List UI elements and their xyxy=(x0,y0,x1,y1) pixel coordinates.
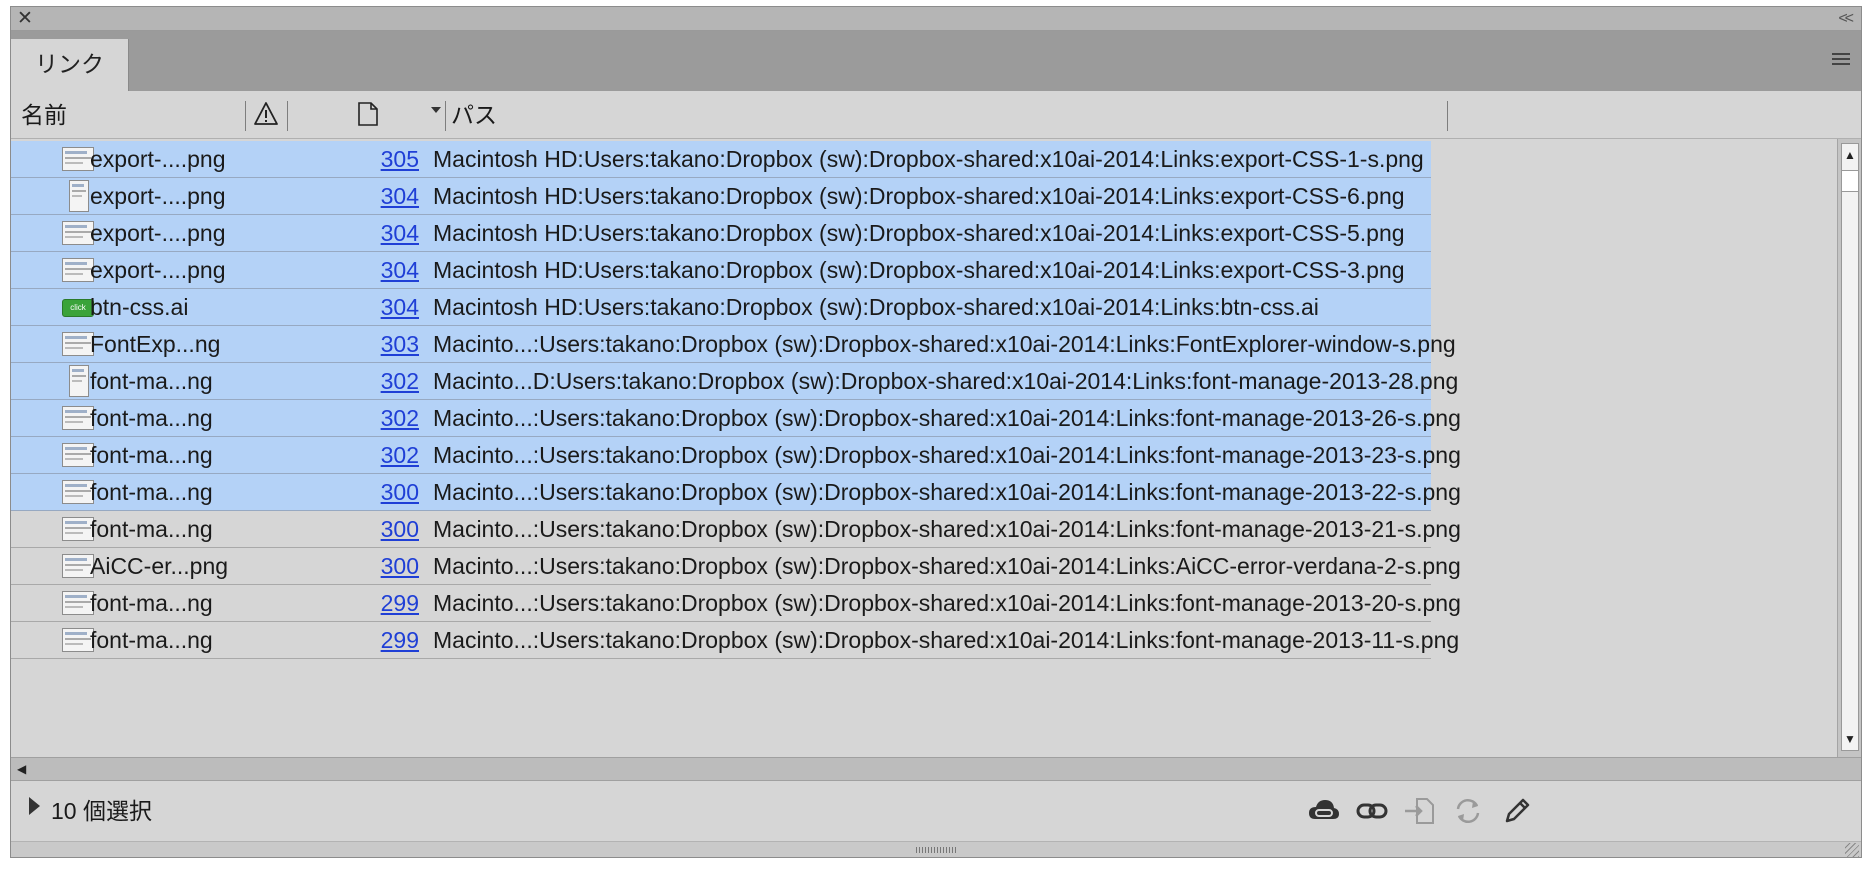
link-name: btn-css.ai xyxy=(90,294,189,320)
table-row[interactable]: font-ma...ng 302 Macinto...D:Users:takano:… xyxy=(11,363,1458,400)
warning-icon xyxy=(254,102,278,125)
resize-corner-icon[interactable] xyxy=(1845,843,1859,857)
page-number-link[interactable]: 299 xyxy=(343,585,419,622)
link-path: Macinto...:Users:takano:Dropbox (sw):Dro… xyxy=(433,553,1461,579)
table-row[interactable]: FontExp...ng 303 Macinto...:Users:takano:D… xyxy=(11,326,1456,363)
page-icon xyxy=(358,102,378,126)
column-page[interactable] xyxy=(287,91,443,139)
selection-status: 10 個選択 xyxy=(51,798,152,824)
link-path: Macinto...:Users:takano:Dropbox (sw):Dro… xyxy=(433,479,1461,505)
links-panel: ✕ << リンク 名前 パス export-....png 305 Macint… xyxy=(10,6,1862,858)
scroll-down-icon[interactable]: ▼ xyxy=(1842,728,1858,750)
link-path: Macinto...D:Users:takano:Dropbox (sw):Dr… xyxy=(433,368,1459,394)
table-row[interactable]: font-ma...ng 299 Macinto...:Users:takano:D… xyxy=(11,585,1461,622)
page-number-link[interactable]: 302 xyxy=(343,400,419,437)
scroll-left-icon[interactable]: ◀ xyxy=(17,758,26,780)
link-name: export-....png xyxy=(90,183,226,209)
page-number-link[interactable]: 305 xyxy=(343,141,419,178)
table-row[interactable]: font-ma...ng 299 Macinto...:Users:takano:D… xyxy=(11,622,1459,659)
tab-links[interactable]: リンク xyxy=(11,39,129,91)
table-row[interactable]: font-ma...ng 302 Macinto...:Users:takano:D… xyxy=(11,400,1461,437)
link-name: font-ma...ng xyxy=(90,368,213,394)
links-list[interactable]: export-....png 305 Macintosh HD:Users:taka… xyxy=(11,139,1837,757)
table-row[interactable]: export-....png 304 Macintosh HD:Users:taka… xyxy=(11,215,1431,252)
page-number-link[interactable]: 304 xyxy=(343,178,419,215)
vertical-scrollbar[interactable]: ▲ ▼ xyxy=(1837,139,1861,757)
sort-down-icon xyxy=(431,107,441,113)
horizontal-scrollbar[interactable]: ◀ xyxy=(11,757,1861,781)
panel-menu-icon[interactable] xyxy=(1831,51,1851,67)
thumbnail-icon xyxy=(69,365,89,397)
page-number-link[interactable]: 300 xyxy=(343,548,419,585)
link-path: Macintosh HD:Users:takano:Dropbox (sw):D… xyxy=(433,183,1405,209)
table-row[interactable]: font-ma...ng 302 Macinto...:Users:takano:D… xyxy=(11,437,1461,474)
link-name: export-....png xyxy=(90,257,226,283)
link-name: export-....png xyxy=(90,146,226,172)
page-number-link[interactable]: 304 xyxy=(343,215,419,252)
table-row[interactable]: font-ma...ng 300 Macinto...:Users:takano:D… xyxy=(11,474,1461,511)
link-path: Macinto...:Users:takano:Dropbox (sw):Dro… xyxy=(433,331,1456,357)
column-path[interactable]: パス xyxy=(451,91,497,139)
page-number-link[interactable]: 300 xyxy=(343,474,419,511)
thumbnail-label: click xyxy=(70,303,86,312)
link-name: font-ma...ng xyxy=(90,405,213,431)
panel-footer: 10 個選択 xyxy=(11,781,1861,841)
page-number-link[interactable]: 300 xyxy=(343,511,419,548)
tab-bar: リンク xyxy=(11,31,1861,91)
table-row[interactable]: AiCC-er...png 300 Macinto...:Users:takano:… xyxy=(11,548,1461,585)
column-header: 名前 パス xyxy=(11,91,1861,139)
link-name: font-ma...ng xyxy=(90,627,213,653)
panel-titlebar: ✕ << xyxy=(11,7,1861,31)
link-name: AiCC-er...png xyxy=(90,553,229,579)
link-name: font-ma...ng xyxy=(90,590,213,616)
table-row[interactable]: export-....png 304 Macintosh HD:Users:taka… xyxy=(11,178,1431,215)
link-path: Macinto...:Users:takano:Dropbox (sw):Dro… xyxy=(433,405,1461,431)
scroll-track[interactable]: ▲ ▼ xyxy=(1841,143,1859,751)
relink-icon[interactable] xyxy=(1355,795,1389,827)
link-path: Macinto...:Users:takano:Dropbox (sw):Dro… xyxy=(433,590,1461,616)
link-name: font-ma...ng xyxy=(90,516,213,542)
close-icon[interactable]: ✕ xyxy=(17,8,33,30)
panel-resize-bar[interactable] xyxy=(11,841,1861,857)
link-path: Macintosh HD:Users:takano:Dropbox (sw):D… xyxy=(433,294,1319,320)
link-name: font-ma...ng xyxy=(90,442,213,468)
link-name: font-ma...ng xyxy=(90,479,213,505)
table-row[interactable]: export-....png 304 Macintosh HD:Users:taka… xyxy=(11,252,1431,289)
resize-grip-icon[interactable] xyxy=(916,847,956,853)
link-name: export-....png xyxy=(90,220,226,246)
page-number-link[interactable]: 304 xyxy=(343,252,419,289)
update-link-icon[interactable] xyxy=(1451,795,1485,827)
link-path: Macinto...:Users:takano:Dropbox (sw):Dro… xyxy=(433,627,1460,653)
link-path: Macinto...:Users:takano:Dropbox (sw):Dro… xyxy=(433,516,1461,542)
page-number-link[interactable]: 302 xyxy=(343,363,419,400)
cloud-link-icon[interactable] xyxy=(1307,795,1341,827)
show-link-info-icon[interactable] xyxy=(29,797,40,815)
link-path: Macintosh HD:Users:takano:Dropbox (sw):D… xyxy=(433,257,1405,283)
go-to-link-icon[interactable] xyxy=(1403,795,1437,827)
scroll-thumb[interactable] xyxy=(1842,170,1858,192)
link-path: Macintosh HD:Users:takano:Dropbox (sw):D… xyxy=(433,220,1405,246)
scroll-up-icon[interactable]: ▲ xyxy=(1842,144,1858,166)
table-row[interactable]: click btn-css.ai 304 Macintosh HD:Users:tak… xyxy=(11,289,1431,326)
page-number-link[interactable]: 299 xyxy=(343,622,419,659)
table-row[interactable]: export-....png 305 Macintosh HD:Users:taka… xyxy=(11,141,1431,178)
page-number-link[interactable]: 303 xyxy=(343,326,419,363)
column-status[interactable] xyxy=(245,91,287,139)
thumbnail-icon xyxy=(69,180,89,212)
page-number-link[interactable]: 304 xyxy=(343,289,419,326)
link-path: Macintosh HD:Users:takano:Dropbox (sw):D… xyxy=(433,146,1424,172)
edit-original-icon[interactable] xyxy=(1499,795,1533,827)
page-number-link[interactable]: 302 xyxy=(343,437,419,474)
link-path: Macinto...:Users:takano:Dropbox (sw):Dro… xyxy=(433,442,1461,468)
column-separator[interactable] xyxy=(1447,101,1448,131)
collapse-panel-icon[interactable]: << xyxy=(1838,9,1854,29)
link-name: FontExp...ng xyxy=(90,331,221,357)
column-separator[interactable] xyxy=(445,101,446,131)
column-name[interactable]: 名前 xyxy=(21,91,67,139)
table-row[interactable]: font-ma...ng 300 Macinto...:Users:takano:D… xyxy=(11,511,1461,548)
